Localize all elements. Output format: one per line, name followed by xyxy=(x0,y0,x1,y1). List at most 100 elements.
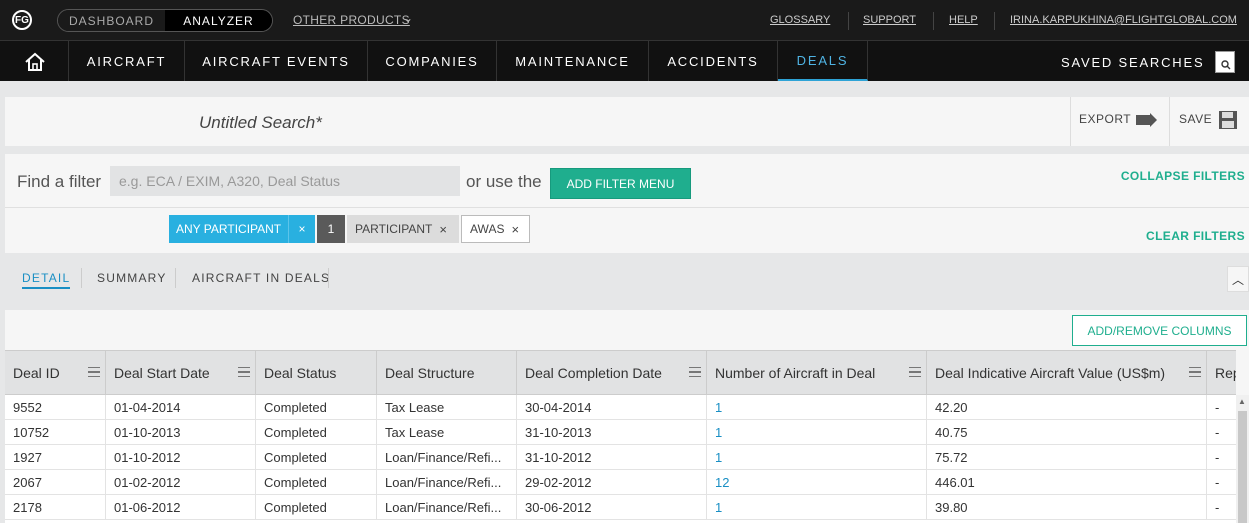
scrollbar-thumb[interactable] xyxy=(1238,411,1247,523)
cell-completion-date: 30-06-2012 xyxy=(517,495,707,520)
cell-rep: - xyxy=(1215,475,1220,490)
cell-structure: Tax Lease xyxy=(377,420,517,445)
column-menu-icon[interactable] xyxy=(689,367,701,377)
search-header: Untitled Search* EXPORT SAVE xyxy=(5,97,1249,146)
flightglobal-logo[interactable]: FG xyxy=(12,10,32,30)
chevron-down-icon[interactable]: ⌄ xyxy=(403,11,413,25)
divider xyxy=(933,12,934,30)
column-header[interactable]: Deal Status xyxy=(256,351,377,395)
nav-deals[interactable]: DEALS xyxy=(778,41,868,81)
chevron-up-icon[interactable]: ︿ xyxy=(1227,266,1249,292)
cell-aircraft-count-link[interactable]: 1 xyxy=(707,420,927,445)
cell-rep: - xyxy=(1215,425,1220,440)
column-header[interactable]: Deal Structure xyxy=(377,351,517,395)
tab-summary[interactable]: SUMMARY xyxy=(97,271,167,285)
cell-start-date: 01-04-2014 xyxy=(106,395,256,420)
column-header-label: Deal Status xyxy=(264,365,337,381)
product-switch: DASHBOARD ANALYZER xyxy=(57,9,273,32)
column-header-label: Deal Indicative Aircraft Value (US$m) xyxy=(935,365,1166,381)
clear-filters-link[interactable]: CLEAR FILTERS xyxy=(1146,229,1245,243)
column-header-label: Rep xyxy=(1215,365,1236,381)
cell-structure: Loan/Finance/Refi... xyxy=(377,470,517,495)
saved-searches-button[interactable]: SAVED SEARCHES xyxy=(1061,55,1204,70)
column-header[interactable]: Deal Indicative Aircraft Value (US$m) xyxy=(927,351,1207,395)
close-icon[interactable]: × xyxy=(439,222,447,237)
filter-chip-value[interactable]: AWAS × xyxy=(461,215,530,243)
column-menu-icon[interactable] xyxy=(88,367,100,377)
column-header-label: Deal Completion Date xyxy=(525,365,662,381)
cell-status: Completed xyxy=(256,445,377,470)
chip-label: AWAS xyxy=(470,222,505,236)
save-icon[interactable] xyxy=(1219,111,1237,129)
analyzer-toggle[interactable]: ANALYZER xyxy=(165,10,272,31)
cell-rep: - xyxy=(1215,400,1220,415)
cell-deal-id: 2067 xyxy=(5,470,106,495)
vertical-scrollbar[interactable]: ▲ xyxy=(1236,395,1249,523)
collapse-filters-link[interactable]: COLLAPSE FILTERS xyxy=(1121,169,1245,183)
nav-aircraft[interactable]: AIRCRAFT xyxy=(69,41,185,81)
cell-rep: - xyxy=(1215,500,1220,515)
column-header[interactable]: Rep xyxy=(1207,351,1236,395)
cell-aircraft-count-link[interactable]: 12 xyxy=(707,470,927,495)
divider xyxy=(175,268,176,288)
user-account-link[interactable]: IRINA.KARPUKHINA@FLIGHTGLOBAL.COM xyxy=(1010,14,1237,26)
top-bar: FG DASHBOARD ANALYZER OTHER PRODUCTS ⌄ G… xyxy=(0,0,1249,40)
dashboard-toggle[interactable]: DASHBOARD xyxy=(58,10,165,31)
add-remove-columns-button[interactable]: ADD/REMOVE COLUMNS xyxy=(1072,315,1247,346)
cell-deal-id: 9552 xyxy=(5,395,106,420)
column-menu-icon[interactable] xyxy=(909,367,921,377)
column-header-label: Deal Structure xyxy=(385,365,475,381)
export-button[interactable]: EXPORT xyxy=(1079,112,1131,126)
filter-search-input[interactable] xyxy=(110,166,460,196)
tab-aircraft-in-deals[interactable]: AIRCRAFT IN DEALS xyxy=(192,271,330,285)
tab-detail[interactable]: DETAIL xyxy=(22,271,71,289)
column-header-label: Deal ID xyxy=(13,365,60,381)
cell-status: Completed xyxy=(256,395,377,420)
export-icon[interactable] xyxy=(1136,112,1158,128)
home-button[interactable] xyxy=(0,41,69,81)
close-icon[interactable]: × xyxy=(511,222,519,237)
table-row[interactable]: 2178 01-06-2012 Completed Loan/Finance/R… xyxy=(5,495,1236,520)
column-header[interactable]: Deal Completion Date xyxy=(517,351,707,395)
cell-start-date: 01-10-2012 xyxy=(106,445,256,470)
cell-completion-date: 29-02-2012 xyxy=(517,470,707,495)
filter-chip-participant[interactable]: PARTICIPANT × xyxy=(347,215,459,243)
filter-panel: Find a filter or use the ADD FILTER MENU… xyxy=(5,154,1249,253)
divider xyxy=(5,207,1249,208)
glossary-link[interactable]: GLOSSARY xyxy=(770,14,830,26)
nav-aircraft-events[interactable]: AIRCRAFT EVENTS xyxy=(185,41,368,81)
table-row[interactable]: 1927 01-10-2012 Completed Loan/Finance/R… xyxy=(5,445,1236,470)
cell-aircraft-count-link[interactable]: 1 xyxy=(707,495,927,520)
column-menu-icon[interactable] xyxy=(1189,367,1201,377)
cell-structure: Loan/Finance/Refi... xyxy=(377,445,517,470)
cell-aircraft-count-link[interactable]: 1 xyxy=(707,445,927,470)
filter-chip-any-participant[interactable]: ANY PARTICIPANT xyxy=(169,215,288,243)
column-header[interactable]: Number of Aircraft in Deal xyxy=(707,351,927,395)
nav-maintenance[interactable]: MAINTENANCE xyxy=(497,41,649,81)
column-header[interactable]: Deal Start Date xyxy=(106,351,256,395)
cell-structure: Tax Lease xyxy=(377,395,517,420)
nav-companies[interactable]: COMPANIES xyxy=(368,41,497,81)
support-link[interactable]: SUPPORT xyxy=(863,14,916,26)
table-row[interactable]: 9552 01-04-2014 Completed Tax Lease 30-0… xyxy=(5,395,1236,420)
saved-search-icon[interactable] xyxy=(1215,51,1235,73)
cell-value: 42.20 xyxy=(927,395,1207,420)
other-products-link[interactable]: OTHER PRODUCTS xyxy=(293,13,410,27)
help-link[interactable]: HELP xyxy=(949,14,978,26)
column-header[interactable]: Deal ID xyxy=(5,351,106,395)
divider xyxy=(1169,97,1170,146)
search-title[interactable]: Untitled Search* xyxy=(199,113,322,133)
cell-completion-date: 30-04-2014 xyxy=(517,395,707,420)
close-icon[interactable]: × xyxy=(288,215,315,243)
table-row[interactable]: 2067 01-02-2012 Completed Loan/Finance/R… xyxy=(5,470,1236,495)
add-filter-menu-button[interactable]: ADD FILTER MENU xyxy=(550,168,691,199)
cell-aircraft-count-link[interactable]: 1 xyxy=(707,395,927,420)
scroll-up-icon[interactable]: ▲ xyxy=(1238,397,1246,406)
cell-value: 39.80 xyxy=(927,495,1207,520)
table-row[interactable]: 10752 01-10-2013 Completed Tax Lease 31-… xyxy=(5,420,1236,445)
cell-value: 446.01 xyxy=(927,470,1207,495)
save-button[interactable]: SAVE xyxy=(1179,112,1212,126)
nav-accidents[interactable]: ACCIDENTS xyxy=(649,41,778,81)
column-menu-icon[interactable] xyxy=(238,367,250,377)
cell-completion-date: 31-10-2013 xyxy=(517,420,707,445)
